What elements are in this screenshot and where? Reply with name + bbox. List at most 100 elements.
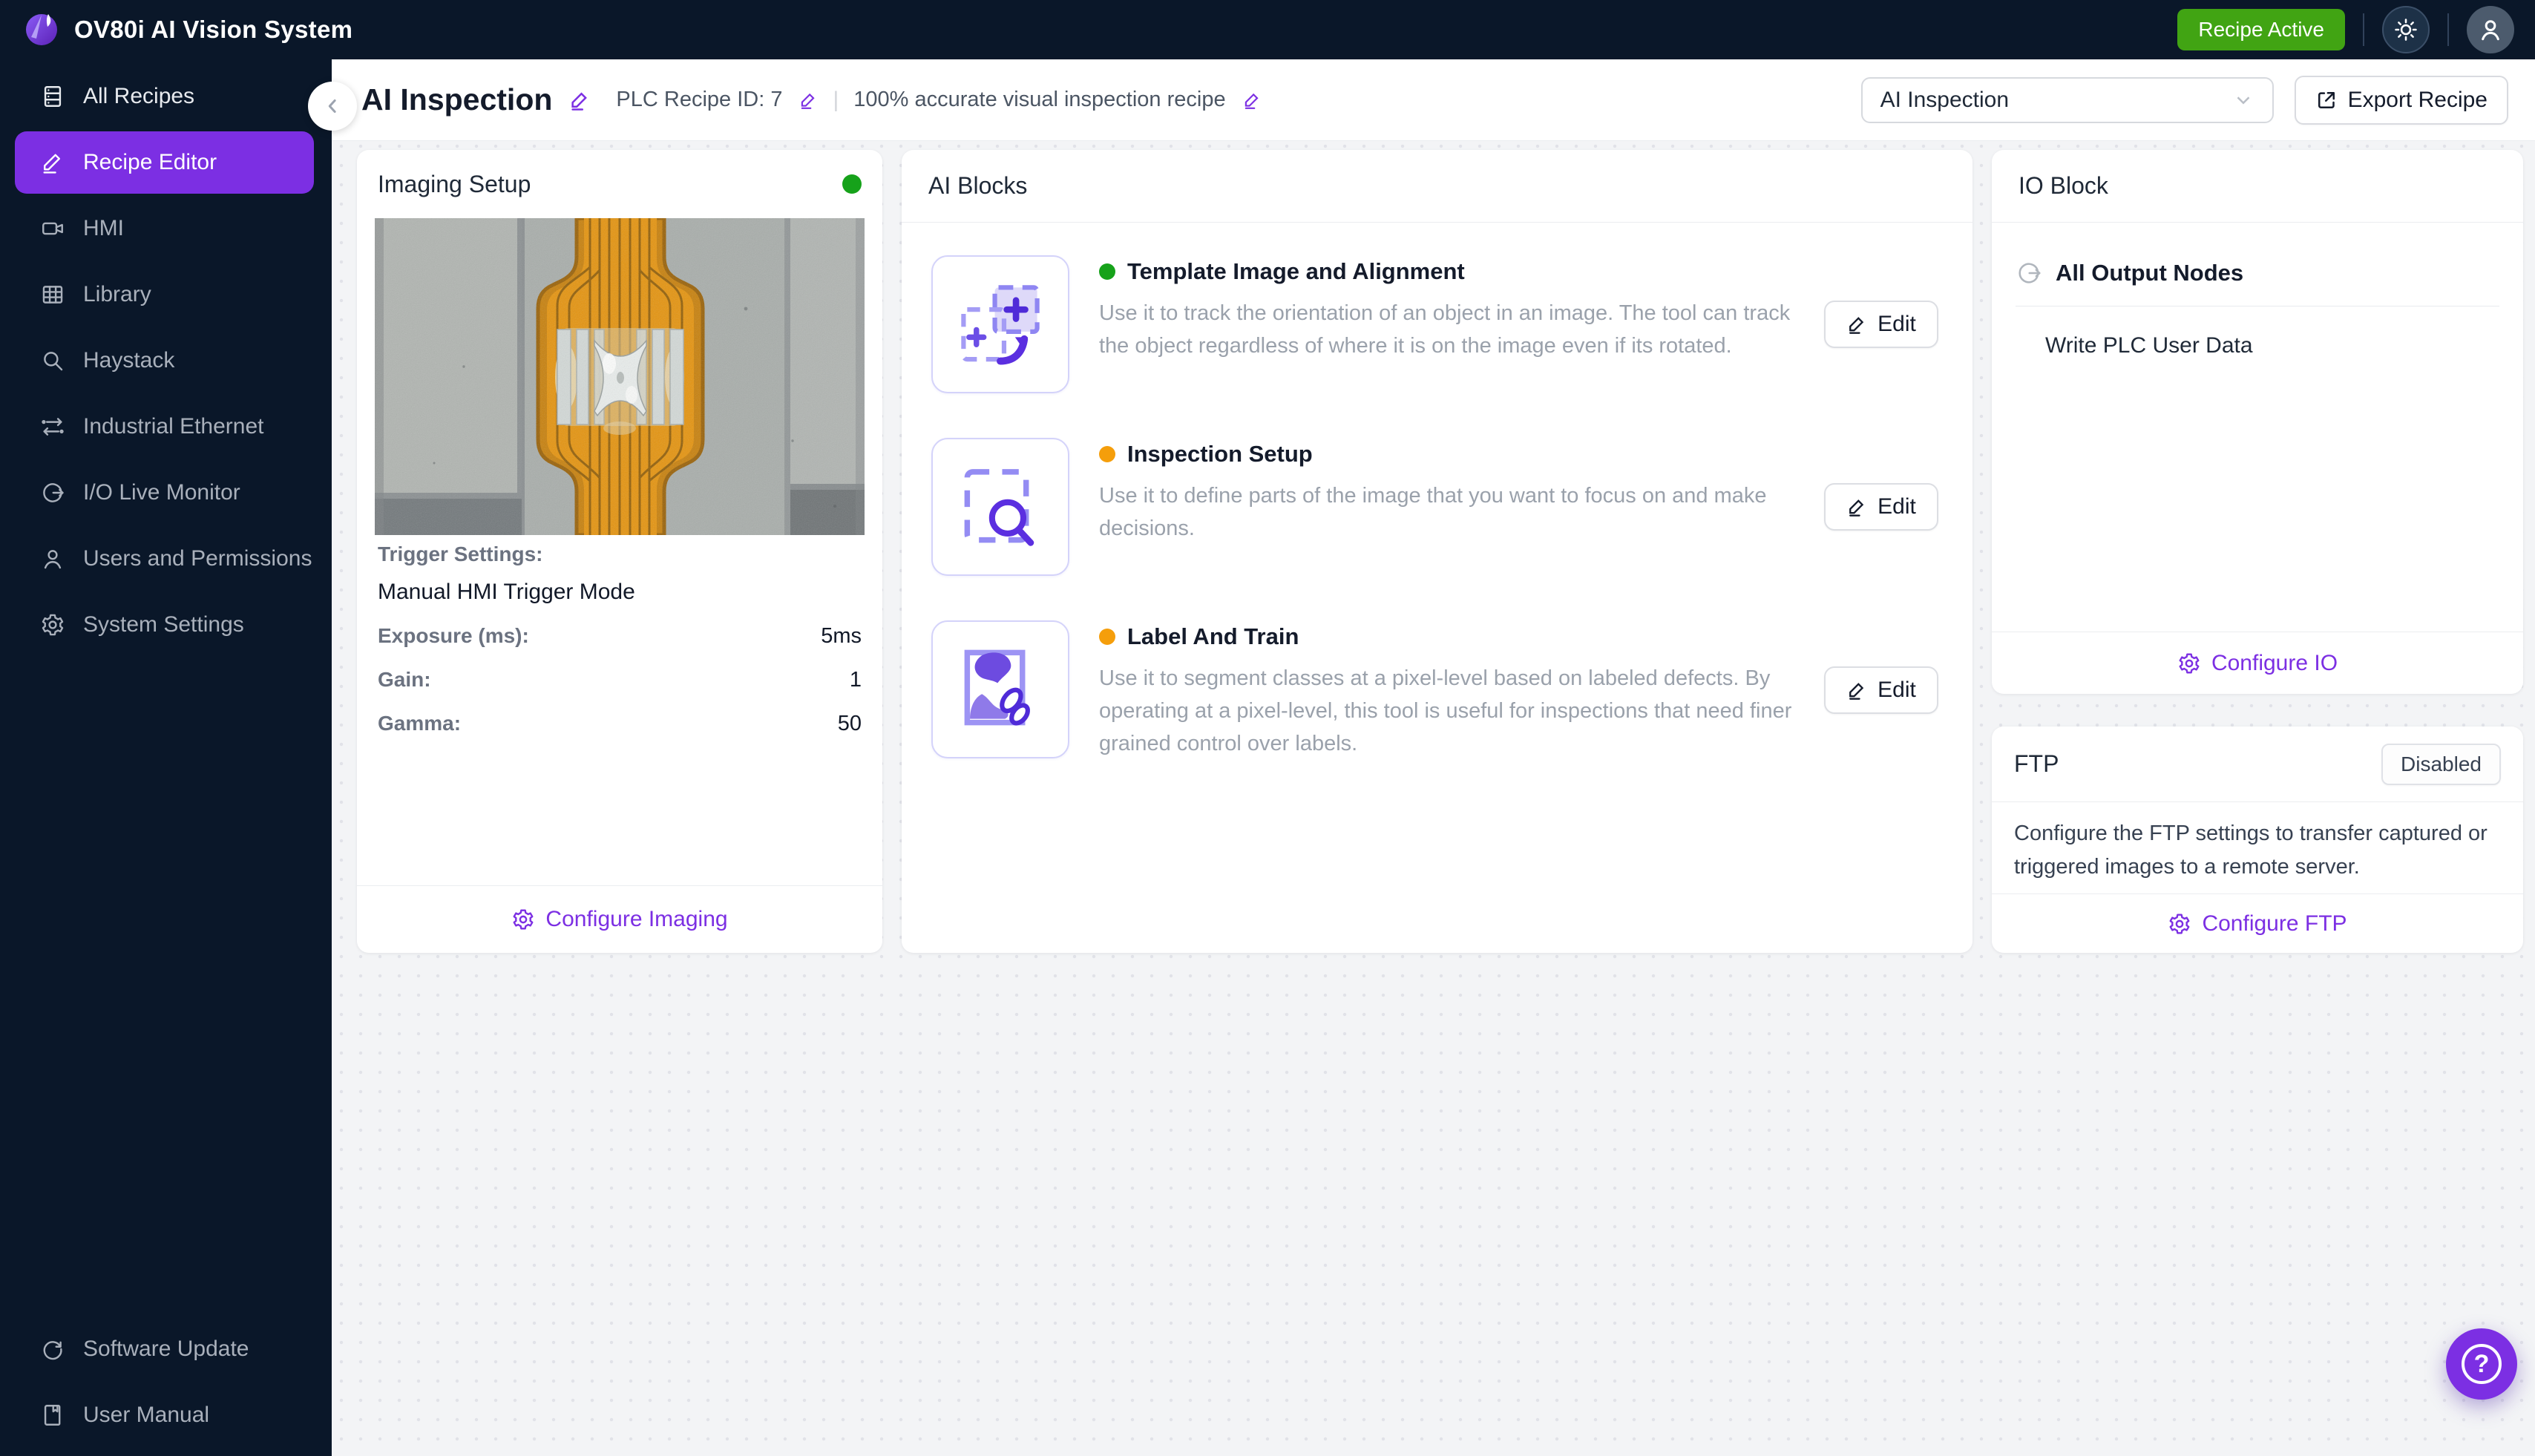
io-circle-arrow-icon [2019, 263, 2041, 283]
sun-icon [2395, 19, 2417, 41]
template-alignment-icon [961, 285, 1040, 365]
help-button[interactable]: ? [2446, 1328, 2517, 1400]
gain-label: Gain: [378, 668, 431, 691]
search-icon [44, 352, 63, 371]
io-block-panel: IO Block All Output Nodes Write PLC User… [1992, 150, 2523, 694]
edit-pencil-icon [1849, 499, 1864, 517]
flex-cable-photo [375, 218, 865, 535]
all-output-nodes-group[interactable]: All Output Nodes [2016, 260, 2499, 286]
export-recipe-button[interactable]: Export Recipe [2294, 75, 2508, 125]
gear-icon [2169, 914, 2190, 934]
output-node-item[interactable]: Write PLC User Data [2045, 333, 2499, 358]
sidebar-item-label: Haystack [83, 348, 175, 373]
label-and-train-tile[interactable] [931, 620, 1069, 758]
edit-label-and-train-button[interactable]: Edit [1824, 666, 1938, 714]
sidebar-collapse-button[interactable] [308, 82, 357, 131]
sidebar-item-haystack[interactable]: Haystack [15, 329, 314, 392]
sidebar-item-all-recipes[interactable]: All Recipes [15, 65, 314, 128]
exposure-label: Exposure (ms): [378, 624, 529, 647]
app-title: OV80i AI Vision System [74, 16, 353, 43]
edit-subtitle-button[interactable] [1242, 91, 1262, 110]
gamma-row: Gamma: 50 [378, 712, 862, 736]
block-title: Template Image and Alignment [1127, 258, 1465, 284]
gain-row: Gain: 1 [378, 668, 862, 692]
exposure-value: 5ms [821, 624, 862, 648]
edit-pencil-icon [801, 93, 816, 109]
all-output-nodes-label: All Output Nodes [2056, 260, 2244, 286]
edit-button-label: Edit [1878, 312, 1916, 336]
chevron-left-icon [328, 99, 336, 113]
plc-recipe-id: PLC Recipe ID: 7 [616, 88, 783, 111]
topbar-divider [2363, 13, 2364, 46]
block-description: Use it to define parts of the image that… [1099, 484, 1767, 540]
header-meta-divider: | [833, 87, 839, 112]
edit-pencil-icon [1849, 683, 1864, 700]
block-status-dot [1099, 446, 1115, 462]
ftp-status-badge: Disabled [2381, 743, 2501, 785]
configure-ftp-label: Configure FTP [2202, 911, 2347, 936]
sidebar-item-label: System Settings [83, 612, 244, 637]
sidebar: All Recipes Recipe Editor HMI Library Ha… [0, 59, 332, 1456]
sidebar-item-label: Software Update [83, 1337, 249, 1361]
configure-ftp-button[interactable]: Configure FTP [1992, 893, 2523, 953]
transfer-arrows-icon [42, 418, 64, 436]
camera-icon [42, 222, 63, 235]
label-and-train-icon [964, 649, 1030, 726]
sidebar-item-software-update[interactable]: Software Update [15, 1318, 314, 1380]
right-column: IO Block All Output Nodes Write PLC User… [1992, 150, 2523, 953]
ftp-panel: FTP Disabled Configure the FTP settings … [1992, 727, 2523, 953]
configure-imaging-label: Configure Imaging [545, 907, 728, 931]
exposure-row: Exposure (ms): 5ms [378, 624, 862, 649]
sidebar-item-label: Users and Permissions [83, 546, 312, 571]
ai-blocks-title: AI Blocks [902, 150, 1972, 223]
topbar-divider [2447, 13, 2449, 46]
gamma-value: 50 [837, 712, 862, 735]
inspection-setup-tile[interactable] [931, 438, 1069, 576]
main-area: AI Inspection PLC Recipe ID: 7 | 100% ac… [332, 59, 2535, 1456]
recipe-select[interactable]: AI Inspection [1860, 76, 2274, 123]
sidebar-item-system-settings[interactable]: System Settings [15, 594, 314, 656]
sidebar-item-recipe-editor[interactable]: Recipe Editor [15, 131, 314, 194]
user-avatar-button[interactable] [2467, 6, 2514, 53]
configure-io-button[interactable]: Configure IO [1992, 632, 2523, 694]
block-description: Use it to segment classes at a pixel-lev… [1099, 666, 1792, 755]
trigger-settings-label: Trigger Settings: [378, 542, 543, 565]
edit-inspection-setup-button[interactable]: Edit [1824, 483, 1938, 531]
edit-pencil-icon [571, 91, 588, 111]
block-status-dot [1099, 263, 1115, 280]
configure-imaging-button[interactable]: Configure Imaging [357, 885, 882, 953]
inspection-setup-icon [964, 469, 1034, 546]
recipe-select-value: AI Inspection [1880, 87, 2009, 112]
sidebar-item-label: All Recipes [83, 84, 195, 108]
sidebar-item-io-live-monitor[interactable]: I/O Live Monitor [15, 462, 314, 524]
theme-toggle-button[interactable] [2382, 6, 2430, 53]
sidebar-item-label: HMI [83, 216, 124, 240]
person-icon [2482, 20, 2499, 41]
gear-icon [513, 909, 534, 930]
sidebar-item-label: Recipe Editor [83, 150, 217, 174]
ai-block-inspection-setup: Inspection Setup Use it to define parts … [931, 438, 1943, 576]
sidebar-item-label: User Manual [83, 1403, 210, 1427]
sidebar-item-hmi[interactable]: HMI [15, 197, 314, 260]
top-bar: OV80i AI Vision System Recipe Active [0, 0, 2535, 59]
sidebar-item-library[interactable]: Library [15, 263, 314, 326]
edit-title-button[interactable] [568, 89, 591, 111]
configure-io-label: Configure IO [2211, 650, 2338, 675]
template-alignment-tile[interactable] [931, 255, 1069, 393]
sidebar-item-users-permissions[interactable]: Users and Permissions [15, 528, 314, 590]
ftp-title: FTP [2014, 750, 2059, 777]
gamma-label: Gamma: [378, 712, 462, 735]
block-title: Label And Train [1127, 623, 1299, 649]
pencil-icon [43, 154, 60, 174]
sidebar-item-industrial-ethernet[interactable]: Industrial Ethernet [15, 396, 314, 458]
edit-template-alignment-button[interactable]: Edit [1824, 301, 1938, 348]
io-circle-arrow-icon [43, 483, 64, 502]
sidebar-item-user-manual[interactable]: User Manual [15, 1384, 314, 1446]
camera-preview-image[interactable] [375, 218, 865, 535]
user-icon [44, 550, 62, 569]
refresh-icon [43, 1341, 62, 1360]
edit-plc-id-button[interactable] [798, 91, 818, 110]
chevron-down-icon [2237, 96, 2249, 105]
block-title: Inspection Setup [1127, 441, 1313, 467]
app-logo-icon [26, 14, 57, 45]
